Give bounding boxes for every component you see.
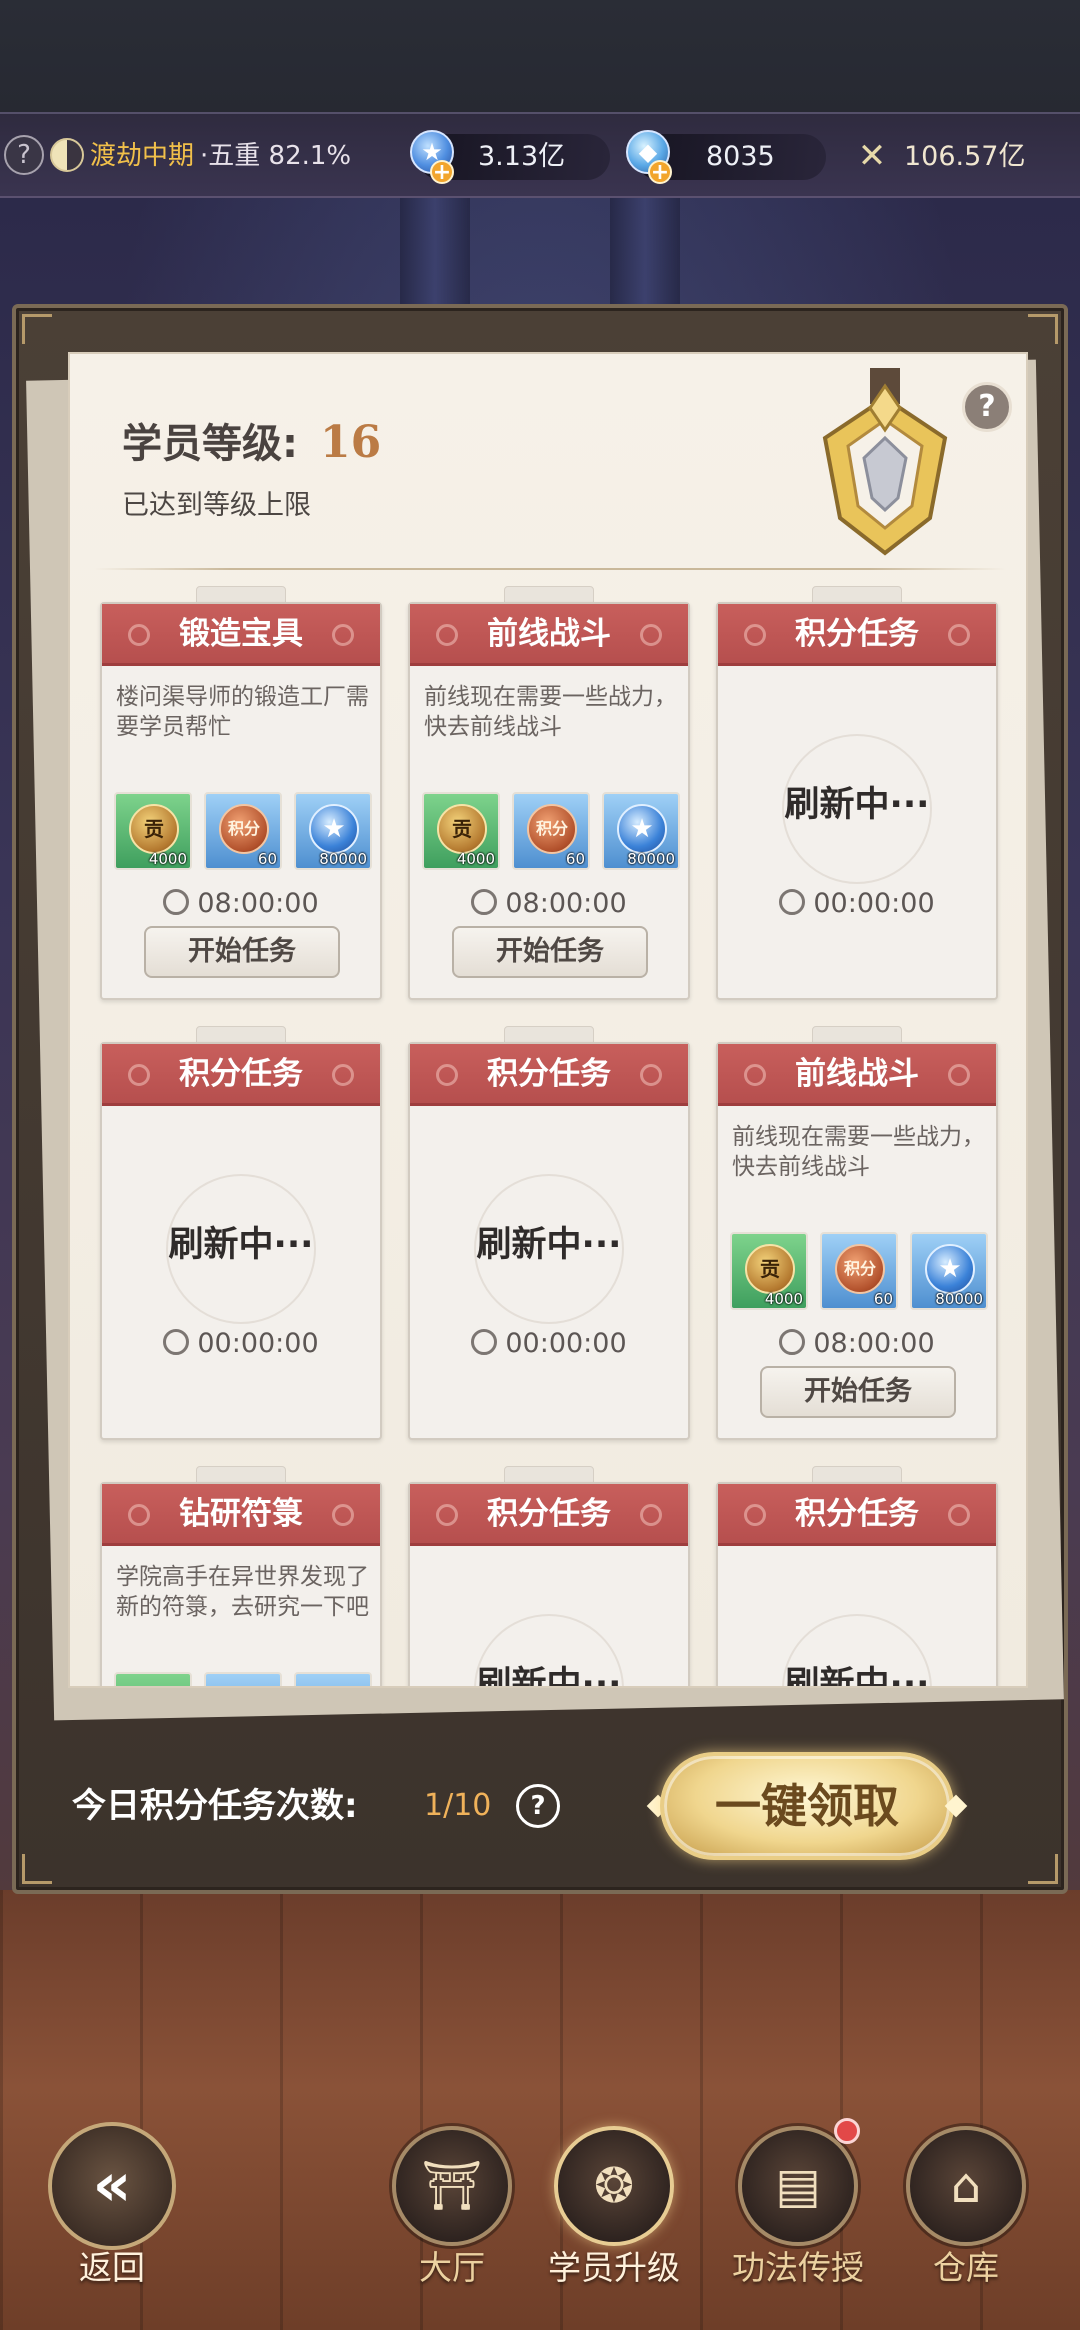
hall-icon: ⛩	[421, 2158, 483, 2214]
refreshing-text: 刷新中···	[476, 1665, 622, 1688]
task-title: 前线战斗	[795, 1056, 919, 1092]
nav-warehouse-label[interactable]: 仓库	[866, 2244, 1066, 2292]
back-label[interactable]: 返回	[12, 2244, 212, 2292]
task-title: 锻造宝具	[179, 616, 303, 652]
reward-item[interactable]: 积分 60	[820, 1232, 898, 1310]
alarm-clock-icon	[163, 1329, 190, 1355]
task-timer: 08:00:00	[410, 884, 688, 924]
gong-coin-icon: 贡	[129, 804, 179, 854]
task-timer: 00:00:00	[410, 1324, 688, 1364]
task-card[interactable]: 前线战斗 前线现在需要一些战力，快去前线战斗 贡 4000 积分 60 ★ 80000…	[716, 1026, 998, 1440]
task-card[interactable]: 积分任务 刷新中··· 00:00:00	[100, 1026, 382, 1440]
warehouse-icon: ⌂	[950, 2158, 982, 2214]
trainee-level-value: 16	[320, 417, 382, 468]
task-timer: 00:00:00	[718, 884, 996, 924]
trainee-level-label: 学员等级:	[122, 421, 298, 467]
status-bar: ? 渡劫中期 ·五重 82.1% ★ + 3.13亿 ◆ + 8035 ✕ 10…	[0, 112, 1080, 198]
nav-warehouse[interactable]: ⌂	[906, 2126, 1026, 2246]
daily-points-task-count: 1/10	[424, 1788, 492, 1823]
claim-all-button[interactable]: 一键领取	[660, 1752, 954, 1860]
reward-item[interactable]: 贡 4000	[114, 792, 192, 870]
start-task-button[interactable]: 开始任务	[144, 926, 340, 978]
divider	[94, 568, 1006, 570]
star-coin-icon: ★	[617, 804, 667, 854]
notification-dot	[834, 2118, 860, 2144]
points-coin-icon: 积分	[527, 804, 577, 854]
nav-trainee-upgrade[interactable]: ❂	[554, 2126, 674, 2246]
refreshing-text: 刷新中···	[784, 785, 930, 825]
cultivation-progress: ·五重 82.1%	[200, 141, 352, 171]
reward-item[interactable]	[294, 1672, 372, 1686]
reward-item[interactable]	[114, 1672, 192, 1686]
nav-technique-teaching[interactable]: ▤	[738, 2126, 858, 2246]
reward-item[interactable]: ★ 80000	[294, 792, 372, 870]
nav-trainee-upgrade-label[interactable]: 学员升级	[514, 2244, 714, 2292]
task-title: 积分任务	[795, 1496, 919, 1532]
task-title: 积分任务	[487, 1496, 611, 1532]
task-timer: 08:00:00	[718, 1324, 996, 1364]
task-description: 学院高手在异世界发现了新的符箓，去研究一下吧	[116, 1564, 369, 1620]
back-button[interactable]: «	[48, 2122, 176, 2250]
refreshing-text: 刷新中···	[784, 1665, 930, 1688]
daily-points-task-label: 今日积分任务次数:	[72, 1786, 358, 1826]
task-card[interactable]: 前线战斗 前线现在需要一些战力，快去前线战斗 贡 4000 积分 60 ★ 80000…	[408, 586, 690, 1000]
star-coin-icon: ★	[309, 804, 359, 854]
reward-item[interactable]	[204, 1672, 282, 1686]
cultivation-realm: 渡劫中期	[90, 141, 195, 171]
rank-badge-icon	[822, 368, 948, 556]
task-title: 钻研符箓	[179, 1496, 303, 1532]
reward-item[interactable]: 积分 60	[512, 792, 590, 870]
level-cap-notice: 已达到等级上限	[122, 490, 311, 521]
yinyang-icon	[50, 138, 84, 172]
task-card[interactable]: 积分任务 刷新中··· 00:00:00	[716, 586, 998, 1000]
reward-item[interactable]: ★ 80000	[910, 1232, 988, 1310]
back-arrow-icon: «	[92, 2150, 132, 2220]
help-icon[interactable]: ?	[4, 135, 44, 175]
alarm-clock-icon	[163, 889, 190, 915]
gong-coin-icon: 贡	[437, 804, 487, 854]
crossed-swords-icon: ✕	[857, 136, 887, 176]
task-card[interactable]: 积分任务 刷新中··· 00:00:00	[408, 1026, 690, 1440]
currency-2-value: 8035	[706, 141, 775, 172]
task-title: 前线战斗	[487, 616, 611, 652]
start-task-button[interactable]: 开始任务	[452, 926, 648, 978]
task-title: 积分任务	[487, 1056, 611, 1092]
task-card[interactable]: 积分任务 刷新中···	[408, 1466, 690, 1688]
nav-hall[interactable]: ⛩	[392, 2126, 512, 2246]
alarm-clock-icon	[471, 1329, 498, 1355]
task-title: 积分任务	[795, 616, 919, 652]
task-paper: 学员等级: 16 已达到等级上限 ? 锻造宝具 楼问渠导师的锻造工厂需要学员帮忙…	[68, 352, 1028, 1688]
gong-coin-icon: 贡	[745, 1244, 795, 1294]
currency-1-value: 3.13亿	[478, 141, 566, 172]
reward-item[interactable]: 贡 4000	[730, 1232, 808, 1310]
task-description: 前线现在需要一些战力，快去前线战斗	[732, 1124, 985, 1180]
add-currency-2-button[interactable]: +	[648, 160, 672, 184]
task-card[interactable]: 积分任务 刷新中···	[716, 1466, 998, 1688]
task-description: 前线现在需要一些战力，快去前线战斗	[424, 684, 677, 740]
reward-item[interactable]: 贡 4000	[422, 792, 500, 870]
alarm-clock-icon	[779, 1329, 806, 1355]
task-card[interactable]: 锻造宝具 楼问渠导师的锻造工厂需要学员帮忙 贡 4000 积分 60 ★ 80000 …	[100, 586, 382, 1000]
task-title: 积分任务	[179, 1056, 303, 1092]
refreshing-text: 刷新中···	[168, 1225, 314, 1265]
task-card[interactable]: 钻研符箓 学院高手在异世界发现了新的符箓，去研究一下吧	[100, 1466, 382, 1686]
start-task-button[interactable]: 开始任务	[760, 1366, 956, 1418]
reward-item[interactable]: 积分 60	[204, 792, 282, 870]
points-coin-icon: 积分	[219, 804, 269, 854]
alarm-clock-icon	[779, 889, 806, 915]
reward-item[interactable]: ★ 80000	[602, 792, 680, 870]
scroll-book-icon: ▤	[775, 2158, 821, 2214]
points-coin-icon: 积分	[835, 1244, 885, 1294]
task-description: 楼问渠导师的锻造工厂需要学员帮忙	[116, 684, 369, 740]
task-timer: 00:00:00	[102, 1324, 380, 1364]
combat-power-value: 106.57亿	[904, 141, 1026, 172]
alarm-clock-icon	[471, 889, 498, 915]
upgrade-icon: ❂	[593, 2158, 635, 2214]
star-coin-icon: ★	[925, 1244, 975, 1294]
level-help-icon[interactable]: ?	[962, 382, 1012, 432]
refreshing-text: 刷新中···	[476, 1225, 622, 1265]
daily-help-icon[interactable]: ?	[516, 1784, 560, 1828]
add-currency-1-button[interactable]: +	[430, 160, 454, 184]
task-timer: 08:00:00	[102, 884, 380, 924]
